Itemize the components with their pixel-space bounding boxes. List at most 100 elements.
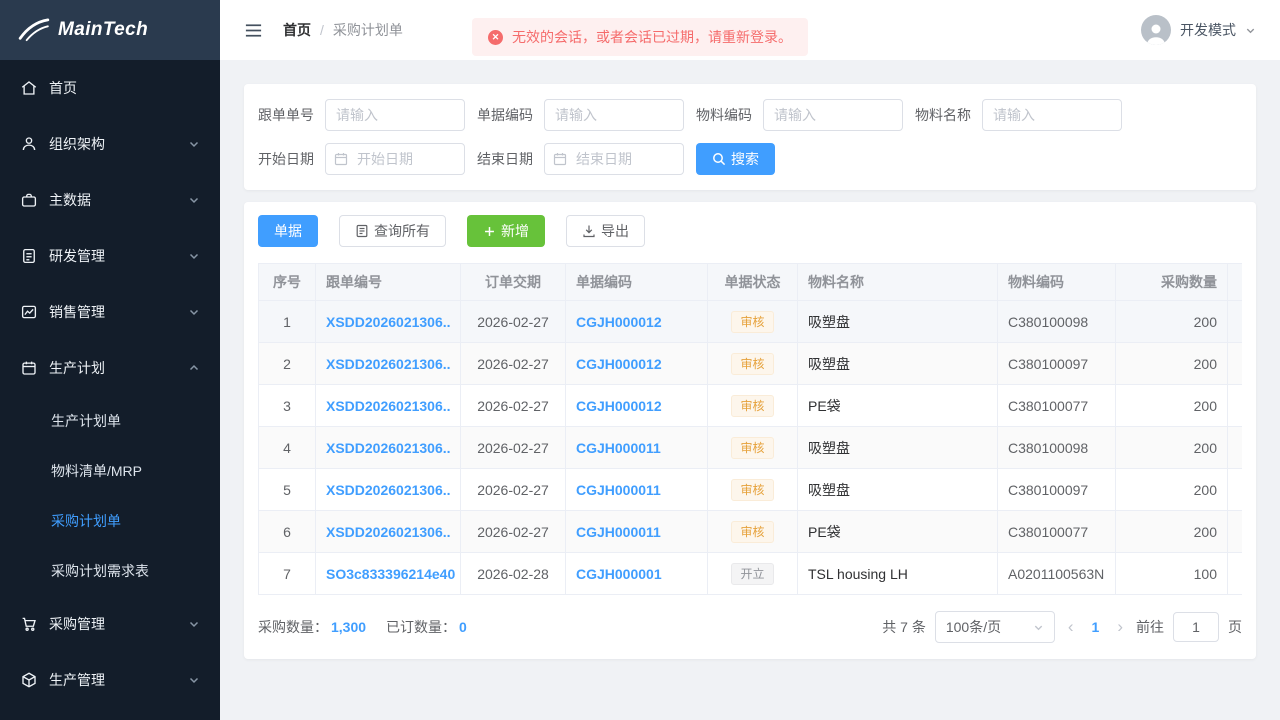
sidebar-item-master-data[interactable]: 主数据 — [0, 172, 220, 228]
order-no-input[interactable] — [325, 99, 465, 131]
doc-no-link[interactable]: CGJH000001 — [576, 566, 662, 582]
package-icon — [20, 671, 38, 689]
order-no-link[interactable]: XSDD2026021306.. — [326, 398, 451, 414]
clipped-cell — [1228, 385, 1243, 427]
table-row[interactable]: 4 XSDD2026021306.. 2026-02-27 CGJH000011… — [259, 427, 1243, 469]
order-no-link[interactable]: XSDD2026021306.. — [326, 314, 451, 330]
material-code: C380100098 — [998, 301, 1116, 343]
material-code-input[interactable] — [763, 99, 903, 131]
search-button[interactable]: 搜索 — [696, 143, 775, 175]
material-name-input[interactable] — [982, 99, 1122, 131]
doc-no-link[interactable]: CGJH000012 — [576, 398, 662, 414]
add-button[interactable]: 新增 — [467, 215, 545, 247]
prev-page-button[interactable]: ‹ — [1064, 617, 1078, 637]
purchase-qty: 200 — [1116, 301, 1228, 343]
collapse-sidebar-icon[interactable] — [244, 21, 263, 40]
material-name: 吸塑盘 — [798, 469, 998, 511]
sidebar-item-sales-management[interactable]: 销售管理 — [0, 284, 220, 340]
status-badge: 审核 — [731, 353, 773, 375]
order-no-link[interactable]: XSDD2026021306.. — [326, 524, 451, 540]
order-no-link[interactable]: XSDD2026021306.. — [326, 482, 451, 498]
row-seq: 6 — [259, 511, 316, 553]
order-no-link[interactable]: SO3c833396214e40 — [326, 566, 455, 582]
col-header-material-code: 物料编码 — [998, 264, 1116, 301]
page-content: 跟单单号 单据编码 物料编码 物料名称 开始日期 — [220, 60, 1280, 720]
purchase-qty: 200 — [1116, 469, 1228, 511]
material-code: C380100077 — [998, 511, 1116, 553]
sidebar-item-production-management[interactable]: 生产管理 — [0, 652, 220, 708]
delivery-date: 2026-02-27 — [461, 301, 566, 343]
sidebar-item-home[interactable]: 首页 — [0, 60, 220, 116]
status-badge: 审核 — [731, 521, 773, 543]
breadcrumb-home[interactable]: 首页 — [283, 20, 311, 40]
doc-no-link[interactable]: CGJH000012 — [576, 314, 662, 330]
goto-suffix: 页 — [1228, 617, 1242, 637]
sidebar-item-label: 首页 — [49, 78, 77, 98]
doc-no-link[interactable]: CGJH000011 — [576, 524, 661, 540]
current-page-number[interactable]: 1 — [1087, 619, 1105, 635]
sidebar-item-production-plan[interactable]: 生产计划 — [0, 340, 220, 396]
ordered-qty-label: 已订数量： — [386, 617, 456, 637]
breadcrumb-current: 采购计划单 — [333, 20, 403, 40]
sidebar: MainTech 首页 组织架构 主数据 研发管理 销售管理 — [0, 0, 220, 720]
doc-code-input[interactable] — [544, 99, 684, 131]
next-page-button[interactable]: › — [1113, 617, 1127, 637]
clipped-cell — [1228, 343, 1243, 385]
delivery-date: 2026-02-27 — [461, 343, 566, 385]
purchase-qty: 200 — [1116, 511, 1228, 553]
delivery-date: 2026-02-27 — [461, 385, 566, 427]
doc-no-link[interactable]: CGJH000011 — [576, 482, 661, 498]
clipped-cell — [1228, 511, 1243, 553]
clipped-cell — [1228, 553, 1243, 595]
export-button[interactable]: 导出 — [566, 215, 645, 247]
goto-page-input[interactable] — [1173, 612, 1219, 642]
purchase-qty: 100 — [1116, 553, 1228, 595]
table-header-row: 序号 跟单编号 订单交期 单据编码 单据状态 物料名称 物料编码 采购数量 — [259, 264, 1243, 301]
filter-doc-code: 单据编码 — [477, 99, 684, 131]
col-header-clipped — [1228, 264, 1243, 301]
sidebar-menu: 首页 组织架构 主数据 研发管理 销售管理 生产计划 生 — [0, 60, 220, 720]
table-row[interactable]: 7 SO3c833396214e40 2026-02-28 CGJH000001… — [259, 553, 1243, 595]
page-size-select[interactable]: 100条/页 — [935, 611, 1055, 643]
user-avatar-icon — [1142, 19, 1170, 45]
submenu-item-purchase-plan-demand[interactable]: 采购计划需求表 — [0, 546, 220, 596]
chevron-down-icon — [1245, 25, 1256, 36]
table-row[interactable]: 2 XSDD2026021306.. 2026-02-27 CGJH000012… — [259, 343, 1243, 385]
purchase-qty: 200 — [1116, 427, 1228, 469]
chevron-down-icon — [188, 138, 200, 150]
filter-label: 结束日期 — [477, 149, 535, 169]
filter-label: 单据编码 — [477, 105, 535, 125]
order-no-link[interactable]: XSDD2026021306.. — [326, 440, 451, 456]
table-panel: 单据 查询所有 新增 导出 — [244, 202, 1256, 659]
col-header-delivery-date: 订单交期 — [461, 264, 566, 301]
chevron-down-icon — [188, 674, 200, 686]
user-menu[interactable]: 开发模式 — [1141, 15, 1256, 45]
table-row[interactable]: 1 XSDD2026021306.. 2026-02-27 CGJH000012… — [259, 301, 1243, 343]
submenu-item-purchase-plan-order[interactable]: 采购计划单 — [0, 496, 220, 546]
production-plan-submenu: 生产计划单 物料清单/MRP 采购计划单 采购计划需求表 — [0, 396, 220, 596]
purchase-qty: 200 — [1116, 343, 1228, 385]
filter-end-date: 结束日期 — [477, 143, 684, 175]
table-row[interactable]: 3 XSDD2026021306.. 2026-02-27 CGJH000012… — [259, 385, 1243, 427]
table-row[interactable]: 6 XSDD2026021306.. 2026-02-27 CGJH000011… — [259, 511, 1243, 553]
doc-no-link[interactable]: CGJH000012 — [576, 356, 662, 372]
sidebar-item-label: 组织架构 — [49, 134, 105, 154]
material-name: 吸塑盘 — [798, 301, 998, 343]
sidebar-item-rd-management[interactable]: 研发管理 — [0, 228, 220, 284]
query-all-button[interactable]: 查询所有 — [339, 215, 446, 247]
chart-icon — [20, 303, 38, 321]
table-row[interactable]: 5 XSDD2026021306.. 2026-02-27 CGJH000011… — [259, 469, 1243, 511]
order-no-link[interactable]: XSDD2026021306.. — [326, 356, 451, 372]
submenu-item-bom-mrp[interactable]: 物料清单/MRP — [0, 446, 220, 496]
logo-swoosh-icon — [18, 18, 50, 42]
document-button[interactable]: 单据 — [258, 215, 318, 247]
filter-start-date: 开始日期 — [258, 143, 465, 175]
submenu-item-production-plan-order[interactable]: 生产计划单 — [0, 396, 220, 446]
breadcrumb-separator: / — [320, 22, 324, 38]
sidebar-item-purchase-management[interactable]: 采购管理 — [0, 596, 220, 652]
sidebar-item-organization[interactable]: 组织架构 — [0, 116, 220, 172]
chevron-down-icon — [188, 306, 200, 318]
chevron-up-icon — [188, 362, 200, 374]
material-code: A0201100563N — [998, 553, 1116, 595]
doc-no-link[interactable]: CGJH000011 — [576, 440, 661, 456]
